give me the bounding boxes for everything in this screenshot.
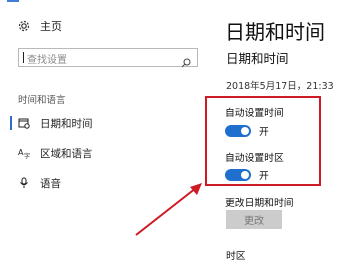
sidebar-item-home[interactable]: 主页 — [18, 16, 62, 36]
auto-time-toggle-state: 开 — [259, 127, 269, 138]
section-label-time-language: 时间和语言 — [18, 95, 66, 106]
timezone-label: 时区 — [226, 251, 246, 262]
text-cursor — [23, 52, 24, 63]
sidebar-item-label: 日期和时间 — [40, 117, 93, 130]
auto-time-setting: 开 — [225, 124, 269, 138]
search-placeholder: 查找设置 — [27, 55, 67, 66]
auto-timezone-toggle-state: 开 — [259, 171, 269, 182]
top-bar — [0, 0, 353, 4]
search-icon[interactable] — [181, 53, 191, 68]
change-datetime-label: 更改日期和时间 — [225, 198, 294, 209]
sidebar-item-label: 区域和语言 — [40, 147, 93, 160]
top-accent — [7, 0, 19, 2]
section-title: 日期和时间 — [226, 51, 289, 66]
language-icon: A 字 — [18, 147, 30, 159]
auto-timezone-setting: 开 — [225, 168, 269, 182]
sidebar-item-label: 语音 — [40, 177, 61, 190]
microphone-icon — [18, 177, 30, 189]
auto-timezone-label: 自动设置时区 — [225, 153, 284, 164]
auto-timezone-toggle[interactable] — [225, 169, 251, 181]
selected-indicator — [10, 116, 12, 130]
sidebar-item-speech[interactable]: 语音 — [18, 173, 61, 193]
page-title: 日期和时间 — [225, 20, 325, 44]
auto-time-label: 自动设置时间 — [225, 108, 284, 119]
toggle-thumb — [241, 171, 249, 179]
sidebar-home-label: 主页 — [40, 20, 62, 33]
search-input[interactable]: 查找设置 — [18, 48, 198, 68]
svg-text:字: 字 — [24, 152, 30, 159]
current-datetime: 2018年5月17日，21:33 — [226, 81, 334, 92]
calendar-clock-icon — [18, 117, 30, 129]
toggle-thumb — [241, 127, 249, 135]
auto-time-toggle[interactable] — [225, 125, 251, 137]
annotation-arrow — [135, 183, 202, 236]
gear-icon — [18, 20, 30, 32]
change-button[interactable]: 更改 — [226, 210, 282, 229]
sidebar-item-date-time[interactable]: 日期和时间 — [18, 113, 93, 133]
sidebar-item-region-language[interactable]: A 字 区域和语言 — [18, 143, 93, 163]
